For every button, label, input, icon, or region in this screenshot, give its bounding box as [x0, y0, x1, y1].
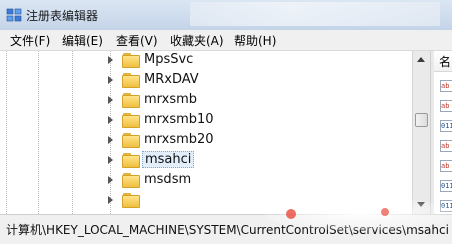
- column-header-label: 名: [439, 55, 452, 69]
- folder-icon: [122, 133, 142, 149]
- watermark-overlay: [265, 197, 452, 230]
- string-value-icon: ab: [440, 160, 452, 172]
- folder-icon: [122, 93, 142, 109]
- expand-arrow-icon[interactable]: [108, 136, 113, 144]
- expand-arrow-icon[interactable]: [108, 156, 113, 164]
- tree-guide-line: [38, 51, 39, 214]
- expand-arrow-icon[interactable]: [108, 76, 113, 84]
- expand-arrow-icon[interactable]: [108, 196, 113, 204]
- menu-help[interactable]: 帮助(H): [232, 32, 278, 49]
- column-header-name[interactable]: 名: [434, 51, 452, 72]
- folder-icon: [122, 193, 142, 209]
- menu-view[interactable]: 查看(V): [114, 32, 160, 49]
- folder-icon: [122, 153, 142, 169]
- tree-scrollbar[interactable]: [412, 51, 430, 214]
- tree-item-label: mrxsmb: [144, 92, 198, 107]
- tree-guide-line: [72, 51, 73, 214]
- registry-tree[interactable]: MpsSvc MRxDAV mrxsmb mrxsmb10 mrxsmb20 m…: [0, 51, 412, 214]
- folder-icon: [122, 113, 142, 129]
- values-pane[interactable]: 名 ab ab 011 ab ab 011 011: [434, 51, 452, 214]
- registry-editor-icon: [6, 8, 22, 22]
- title-bar: 注册表编辑器: [0, 0, 452, 30]
- tree-item-label: MRxDAV: [144, 72, 199, 87]
- folder-icon: [122, 53, 142, 69]
- window-title: 注册表编辑器: [26, 9, 99, 23]
- scroll-up-arrow-icon[interactable]: [415, 54, 428, 66]
- folder-icon: [122, 173, 142, 189]
- string-value-icon: ab: [440, 100, 452, 112]
- binary-value-icon: 011: [440, 180, 452, 192]
- menu-favorites[interactable]: 收藏夹(A): [168, 32, 226, 49]
- scrollbar-thumb[interactable]: [415, 113, 428, 127]
- tree-guide-line: [6, 51, 7, 214]
- menu-edit[interactable]: 编辑(E): [60, 32, 105, 49]
- expand-arrow-icon[interactable]: [108, 176, 113, 184]
- binary-value-icon: 011: [440, 120, 452, 132]
- title-bar-blurred-area: [190, 2, 440, 26]
- tree-item-label: msahci: [142, 151, 195, 168]
- expand-arrow-icon[interactable]: [108, 96, 113, 104]
- folder-icon: [122, 73, 142, 89]
- tree-item-label: msdsm: [144, 172, 192, 187]
- menu-file[interactable]: 文件(F): [8, 32, 52, 49]
- tree-item-label: mrxsmb10: [144, 112, 214, 127]
- string-value-icon: ab: [440, 80, 452, 92]
- expand-arrow-icon[interactable]: [108, 56, 113, 64]
- tree-item-label: MpsSvc: [144, 52, 194, 67]
- menu-bar: 文件(F) 编辑(E) 查看(V) 收藏夹(A) 帮助(H): [0, 30, 452, 51]
- expand-arrow-icon[interactable]: [108, 116, 113, 124]
- tree-item-label: mrxsmb20: [144, 132, 214, 147]
- string-value-icon: ab: [440, 140, 452, 152]
